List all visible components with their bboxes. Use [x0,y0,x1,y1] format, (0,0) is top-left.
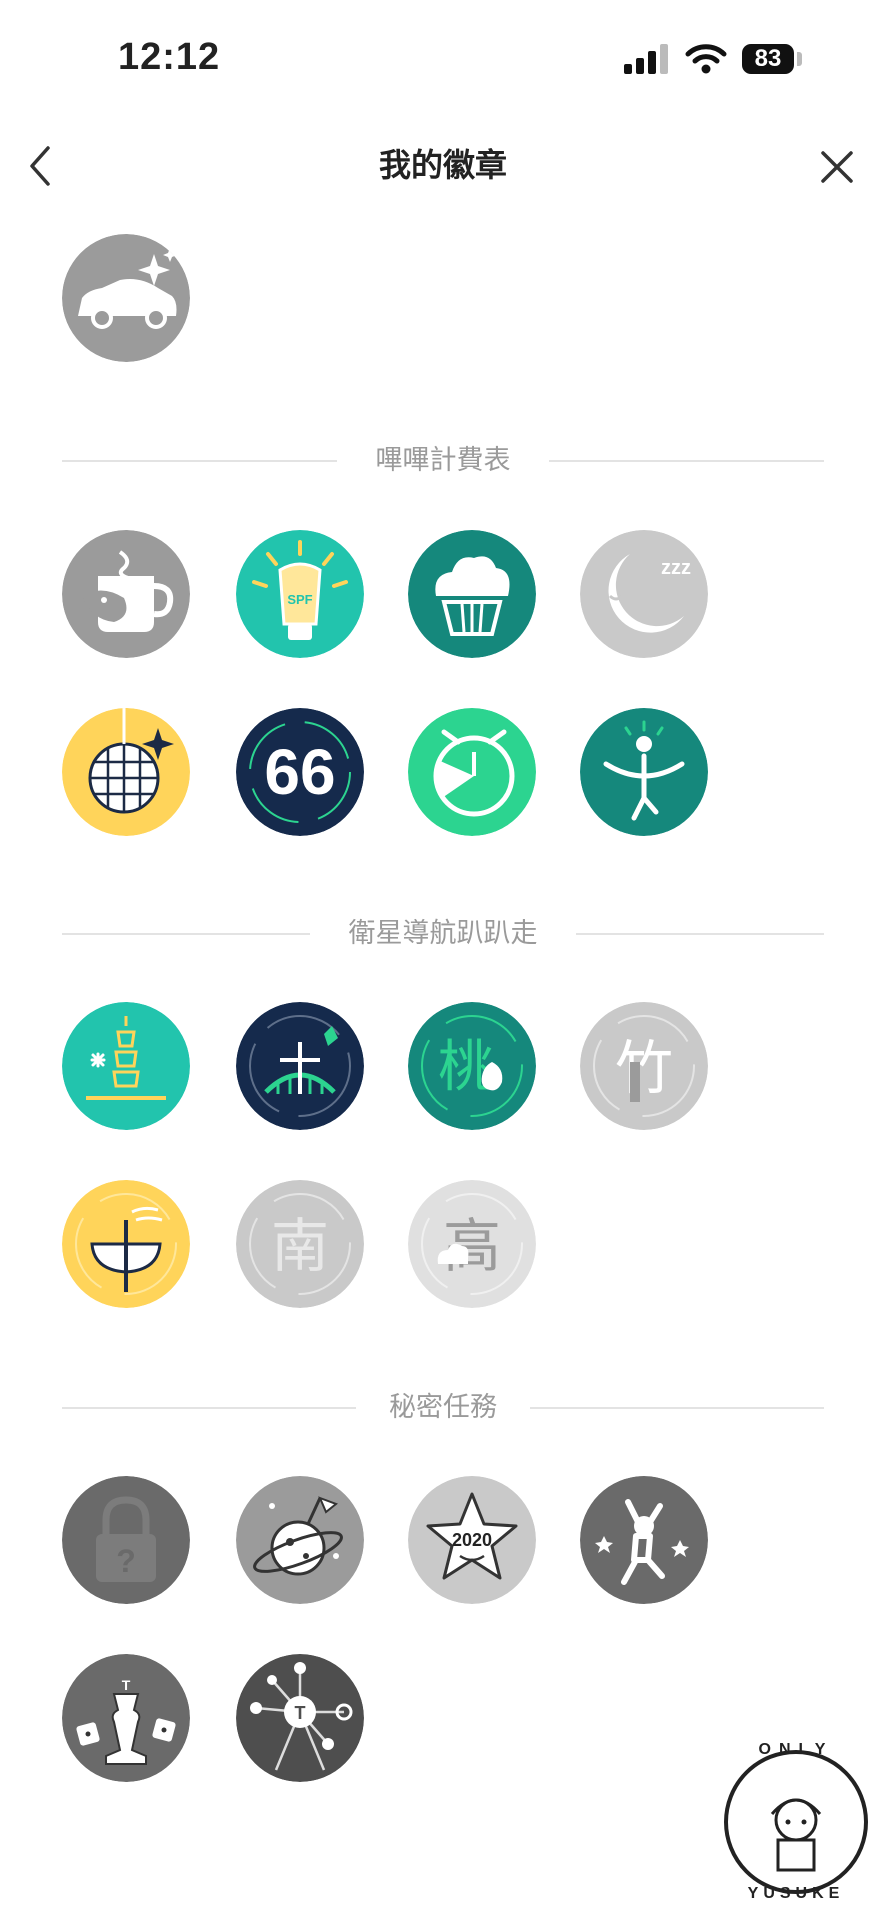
badge-star-2020[interactable]: 2020 [408,1476,536,1604]
badge-taichung-bowl[interactable]: 中 [62,1180,190,1308]
tainan-gate-icon: 南 [236,1180,364,1308]
badge-66[interactable]: 66 [236,708,364,836]
section-title: 嗶嗶計費表 [375,445,511,475]
star-2020-icon: 2020 [408,1476,536,1604]
taoyuan-peach-icon: 桃 [408,1002,536,1130]
badge-cupcake[interactable] [408,530,536,658]
network-t-icon: T [236,1654,364,1782]
car-sparkle-icon [62,234,190,362]
badge-disco-ball[interactable] [62,708,190,836]
taipei-101-icon [62,1002,190,1130]
padlock-question-icon: ? [62,1476,190,1604]
badge-jumping-person[interactable] [580,1476,708,1604]
number-66-icon: 66 [236,708,364,836]
section-title: 衛星導航趴趴走 [348,918,538,948]
sunscreen-icon: SPF [236,530,364,658]
badge-moon-sleep[interactable]: zzz [580,530,708,658]
badge-car[interactable] [62,234,190,362]
badge-sunscreen[interactable]: SPF [236,530,364,658]
badge-label: SPF [287,592,312,607]
badge-kaohsiung-city[interactable]: 高 [408,1180,536,1308]
section-title: 秘密任務 [389,1392,497,1422]
badge-tainan-gate[interactable]: 南 [236,1180,364,1308]
close-button[interactable] [820,150,854,184]
badge-taipei-101[interactable] [62,1002,190,1130]
watermark-bottom-text: YUSUKE [748,1885,845,1902]
badge-label: T [122,1677,131,1693]
badge-bird-mug[interactable] [62,530,190,658]
badge-label: zzz [661,557,691,579]
badge-yoga-person[interactable] [580,708,708,836]
badge-hsinchu-bamboo[interactable]: 竹 [580,1002,708,1130]
battery-tip [797,52,802,66]
new-taipei-bridge-icon [236,1002,364,1130]
badge-label: 竹 [615,1034,673,1102]
bird-mug-icon [62,530,190,658]
status-time: 12:12 [118,36,221,78]
hsinchu-bamboo-icon: 竹 [580,1002,708,1130]
badge-label: ? [116,1543,136,1579]
moon-sleep-icon: zzz [580,530,708,658]
wifi-icon [685,44,727,74]
watermark-icon: ONLY YUSUKE [724,1741,868,1902]
watermark-stamp: ONLY YUSUKE [716,1734,876,1904]
badge-label: 南 [271,1212,329,1280]
section-header-meter: 嗶嗶計費表 [62,440,824,480]
badge-network-t[interactable]: T [236,1654,364,1782]
close-icon [821,151,853,183]
jumping-person-icon [580,1476,708,1604]
badge-taoyuan-peach[interactable]: 桃 [408,1002,536,1130]
badge-label: T [295,1703,306,1723]
page-title: 我的徽章 [378,147,507,183]
alarm-clock-icon [408,708,536,836]
badge-planet-flag[interactable] [236,1476,364,1604]
cellular-signal-icon [624,44,668,74]
planet-flag-icon [236,1476,364,1604]
taichung-bowl-icon: 中 [62,1180,190,1308]
badge-alarm-clock[interactable] [408,708,536,836]
watermark-top-text: ONLY [759,1741,834,1758]
section-header-secret: 秘密任務 [62,1387,824,1427]
badge-chess-king[interactable]: T [62,1654,190,1782]
badge-label: 66 [264,736,335,808]
yoga-person-icon [580,708,708,836]
section-header-navigation: 衛星導航趴趴走 [62,913,824,953]
badge-label: 2020 [452,1530,492,1550]
cupcake-icon [408,530,536,658]
disco-ball-icon [62,708,190,836]
badge-label: 中 [62,1180,63,1181]
badge-padlock[interactable]: ? [62,1476,190,1604]
badge-new-taipei-bridge[interactable] [236,1002,364,1130]
battery-indicator: 83 [742,44,794,74]
kaohsiung-city-icon: 高 [408,1180,536,1308]
chess-king-dice-icon: T [62,1654,190,1782]
